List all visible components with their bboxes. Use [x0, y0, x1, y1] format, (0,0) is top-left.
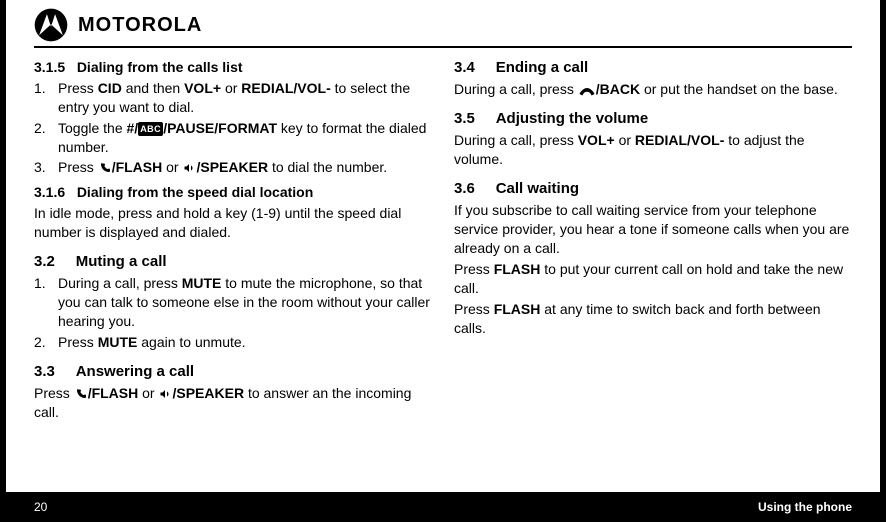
section-number: 3.1.5: [34, 58, 65, 77]
step: 2. Toggle the #/ABC/PAUSE/FORMAT key to …: [34, 119, 432, 157]
left-column: 3.1.5 Dialing from the calls list 1. Pre…: [34, 58, 432, 424]
step-body: Press /FLASH or /SPEAKER to dial the num…: [58, 158, 387, 177]
phone-icon: [74, 388, 88, 400]
body-3-3: Press /FLASH or /SPEAKER to answer an th…: [34, 384, 432, 422]
body-3-6-2: Press FLASH to put your current call on …: [454, 260, 852, 298]
section-title: Adjusting the volume: [496, 110, 649, 127]
section-title: Ending a call: [496, 59, 589, 76]
section-number: 3.3: [34, 362, 55, 382]
page-number: 20: [34, 500, 47, 514]
section-number: 3.1.6: [34, 183, 65, 202]
step-number: 2.: [34, 119, 52, 157]
phone-icon: [98, 162, 112, 174]
step-body: Press CID and then VOL+ or REDIAL/VOL- t…: [58, 79, 432, 117]
speaker-icon: [182, 162, 196, 174]
right-column: 3.4 Ending a call During a call, press /…: [454, 58, 852, 424]
step-body: Press MUTE again to unmute.: [58, 333, 246, 352]
step-number: 1.: [34, 274, 52, 331]
step-body: Toggle the #/ABC/PAUSE/FORMAT key to for…: [58, 119, 432, 157]
body-3-6-1: If you subscribe to call waiting service…: [454, 201, 852, 258]
sheet: MOTOROLA 3.1.5 Dialing from the calls li…: [6, 0, 880, 492]
step: 2. Press MUTE again to unmute.: [34, 333, 432, 352]
body-3-4: During a call, press /BACK or put the ha…: [454, 80, 852, 99]
section-number: 3.4: [454, 58, 475, 78]
section-title: Answering a call: [76, 363, 194, 380]
step: 1. During a call, press MUTE to mute the…: [34, 274, 432, 331]
footer: 20 Using the phone: [6, 492, 880, 522]
header: MOTOROLA: [34, 4, 852, 48]
section-title: Dialing from the calls list: [77, 59, 243, 75]
section-number: 3.6: [454, 179, 475, 199]
heading-3-2: 3.2 Muting a call: [34, 252, 432, 272]
brand-text: MOTOROLA: [78, 14, 202, 37]
section-title: Muting a call: [76, 253, 167, 270]
step-number: 2.: [34, 333, 52, 352]
steps-3-1-5: 1. Press CID and then VOL+ or REDIAL/VOL…: [34, 79, 432, 177]
heading-3-4: 3.4 Ending a call: [454, 58, 852, 78]
hangup-icon: [578, 86, 596, 96]
section-title: Dialing from the speed dial location: [77, 184, 313, 200]
motorola-logo-icon: [34, 8, 68, 42]
step-number: 3.: [34, 158, 52, 177]
heading-3-1-6: 3.1.6 Dialing from the speed dial locati…: [34, 183, 432, 202]
heading-3-5: 3.5 Adjusting the volume: [454, 109, 852, 129]
step: 3. Press /FLASH or /SPEAKER to dial the …: [34, 158, 432, 177]
heading-3-3: 3.3 Answering a call: [34, 362, 432, 382]
speaker-icon: [158, 388, 172, 400]
body-3-5: During a call, press VOL+ or REDIAL/VOL-…: [454, 131, 852, 169]
abc-icon: ABC: [138, 122, 163, 136]
section-number: 3.5: [454, 109, 475, 129]
section-number: 3.2: [34, 252, 55, 272]
section-title: Call waiting: [496, 180, 579, 197]
footer-section: Using the phone: [758, 500, 852, 514]
content-columns: 3.1.5 Dialing from the calls list 1. Pre…: [34, 48, 852, 424]
step-number: 1.: [34, 79, 52, 117]
step: 1. Press CID and then VOL+ or REDIAL/VOL…: [34, 79, 432, 117]
heading-3-6: 3.6 Call waiting: [454, 179, 852, 199]
body-3-6-3: Press FLASH at any time to switch back a…: [454, 300, 852, 338]
body-3-1-6: In idle mode, press and hold a key (1-9)…: [34, 204, 432, 242]
step-body: During a call, press MUTE to mute the mi…: [58, 274, 432, 331]
heading-3-1-5: 3.1.5 Dialing from the calls list: [34, 58, 432, 77]
steps-3-2: 1. During a call, press MUTE to mute the…: [34, 274, 432, 352]
page-root: MOTOROLA 3.1.5 Dialing from the calls li…: [0, 0, 886, 522]
